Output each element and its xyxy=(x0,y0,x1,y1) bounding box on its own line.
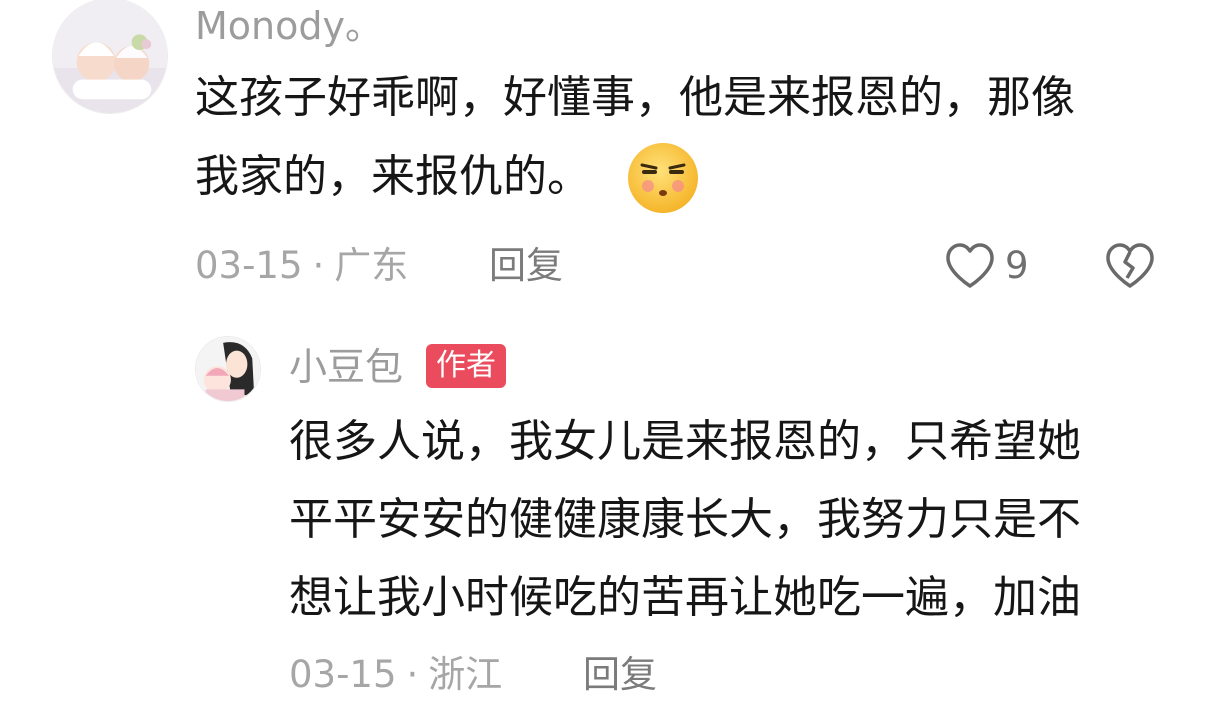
comment-reply-button[interactable]: 回复 xyxy=(489,243,563,289)
comment-thread: Monody。 这孩子好乖啊，好懂事，他是来报恩的，那像 我家的，来报仇的。 0… xyxy=(0,0,1220,713)
comment-username[interactable]: Monody。 xyxy=(195,2,383,50)
like-count: 9 xyxy=(1005,244,1029,287)
comment-text-line-2: 我家的，来报仇的。 xyxy=(195,151,591,202)
mother-baby-avatar-image xyxy=(196,337,260,401)
reply-text-line-2: 平平安安的健健康康长大，我努力只是不 xyxy=(289,494,1081,545)
separator-dot: · xyxy=(312,244,325,287)
comment-location: 广东 xyxy=(334,244,409,287)
reply-username[interactable]: 小豆包 xyxy=(289,343,403,391)
avatar[interactable] xyxy=(195,336,261,402)
reply-location: 浙江 xyxy=(428,653,503,696)
reply-meta: 03-15 · 浙江 xyxy=(289,652,502,698)
comment-text-line-1: 这孩子好乖啊，好懂事，他是来报恩的，那像 xyxy=(195,72,1075,123)
reply-text-line-3: 想让我小时候吃的苦再让她吃一遍，加油 xyxy=(289,572,1081,623)
baby-photo-avatar-image xyxy=(53,0,167,113)
comment-meta: 03-15 · 广东 xyxy=(195,243,408,289)
like-heart-icon[interactable] xyxy=(944,242,996,290)
separator-dot: · xyxy=(406,653,419,696)
reply-date: 03-15 xyxy=(289,653,397,696)
smirk-face-emoji-icon xyxy=(628,143,698,213)
reply-text-line-1: 很多人说，我女儿是来报恩的，只希望她 xyxy=(289,416,1081,467)
dislike-broken-heart-icon[interactable] xyxy=(1104,242,1156,290)
author-badge: 作者 xyxy=(426,344,506,388)
avatar[interactable] xyxy=(52,0,168,114)
comment-date: 03-15 xyxy=(195,244,303,287)
reply-reply-button[interactable]: 回复 xyxy=(583,652,657,698)
